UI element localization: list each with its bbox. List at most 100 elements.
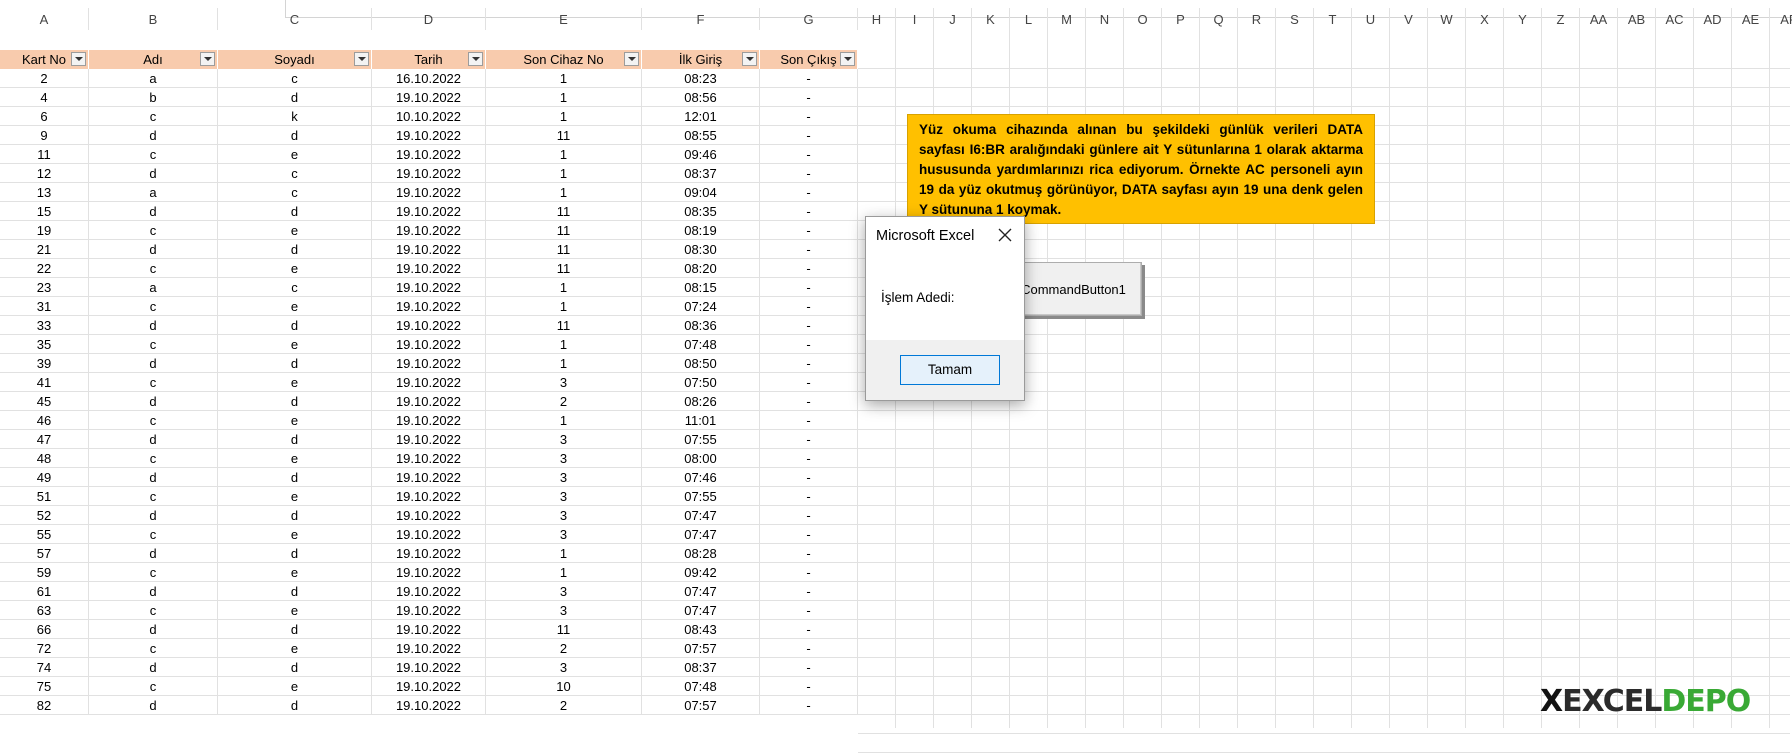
- table-cell[interactable]: d: [89, 240, 218, 259]
- table-cell[interactable]: -: [760, 107, 858, 126]
- table-cell[interactable]: 3: [486, 468, 642, 487]
- table-cell[interactable]: c: [218, 278, 372, 297]
- table-cell[interactable]: 08:15: [642, 278, 760, 297]
- table-cell[interactable]: a: [89, 278, 218, 297]
- table-cell[interactable]: 46: [0, 411, 89, 430]
- table-cell[interactable]: d: [89, 164, 218, 183]
- table-cell[interactable]: 1: [486, 164, 642, 183]
- table-cell[interactable]: d: [89, 202, 218, 221]
- table-cell[interactable]: e: [218, 677, 372, 696]
- column-header-g[interactable]: G: [760, 8, 858, 30]
- table-cell[interactable]: 08:43: [642, 620, 760, 639]
- table-cell[interactable]: 15: [0, 202, 89, 221]
- table-cell[interactable]: c: [89, 677, 218, 696]
- column-header-ae[interactable]: AE: [1732, 8, 1770, 30]
- table-cell[interactable]: 11: [0, 145, 89, 164]
- table-cell[interactable]: 19.10.2022: [372, 563, 486, 582]
- table-cell[interactable]: 1: [486, 544, 642, 563]
- table-cell[interactable]: -: [760, 373, 858, 392]
- header-cell[interactable]: İlk Giriş: [642, 50, 760, 69]
- table-cell[interactable]: c: [218, 69, 372, 88]
- table-cell[interactable]: 3: [486, 487, 642, 506]
- table-cell[interactable]: 07:47: [642, 506, 760, 525]
- table-cell[interactable]: e: [218, 563, 372, 582]
- table-cell[interactable]: -: [760, 430, 858, 449]
- header-cell[interactable]: Tarih: [372, 50, 486, 69]
- header-cell[interactable]: Adı: [89, 50, 218, 69]
- table-cell[interactable]: 08:20: [642, 259, 760, 278]
- table-cell[interactable]: -: [760, 278, 858, 297]
- table-cell[interactable]: 1: [486, 183, 642, 202]
- filter-dropdown-icon[interactable]: [71, 52, 86, 66]
- table-cell[interactable]: 10.10.2022: [372, 107, 486, 126]
- table-cell[interactable]: d: [218, 468, 372, 487]
- table-cell[interactable]: -: [760, 259, 858, 278]
- table-cell[interactable]: 1: [486, 145, 642, 164]
- column-header-ab[interactable]: AB: [1618, 8, 1656, 30]
- table-cell[interactable]: 19.10.2022: [372, 145, 486, 164]
- table-cell[interactable]: -: [760, 316, 858, 335]
- table-cell[interactable]: 47: [0, 430, 89, 449]
- ok-button[interactable]: Tamam: [900, 355, 1000, 385]
- table-cell[interactable]: c: [89, 449, 218, 468]
- table-cell[interactable]: 33: [0, 316, 89, 335]
- table-cell[interactable]: 19.10.2022: [372, 544, 486, 563]
- table-cell[interactable]: e: [218, 449, 372, 468]
- table-cell[interactable]: 11: [486, 259, 642, 278]
- table-cell[interactable]: 19: [0, 221, 89, 240]
- column-header-q[interactable]: Q: [1200, 8, 1238, 30]
- table-cell[interactable]: e: [218, 601, 372, 620]
- table-cell[interactable]: d: [89, 582, 218, 601]
- table-cell[interactable]: 19.10.2022: [372, 582, 486, 601]
- table-cell[interactable]: 08:55: [642, 126, 760, 145]
- table-cell[interactable]: 61: [0, 582, 89, 601]
- table-cell[interactable]: 3: [486, 601, 642, 620]
- table-cell[interactable]: 12:01: [642, 107, 760, 126]
- table-cell[interactable]: c: [218, 164, 372, 183]
- column-header-j[interactable]: J: [934, 8, 972, 30]
- column-header-m[interactable]: M: [1048, 8, 1086, 30]
- table-cell[interactable]: d: [89, 468, 218, 487]
- table-cell[interactable]: 1: [486, 69, 642, 88]
- table-cell[interactable]: 59: [0, 563, 89, 582]
- table-cell[interactable]: 1: [486, 107, 642, 126]
- table-cell[interactable]: 19.10.2022: [372, 658, 486, 677]
- table-cell[interactable]: 4: [0, 88, 89, 107]
- table-cell[interactable]: 19.10.2022: [372, 430, 486, 449]
- table-cell[interactable]: -: [760, 126, 858, 145]
- table-cell[interactable]: 1: [486, 335, 642, 354]
- table-cell[interactable]: 55: [0, 525, 89, 544]
- table-cell[interactable]: -: [760, 411, 858, 430]
- table-cell[interactable]: 3: [486, 373, 642, 392]
- table-cell[interactable]: 19.10.2022: [372, 506, 486, 525]
- table-cell[interactable]: -: [760, 354, 858, 373]
- table-cell[interactable]: 08:00: [642, 449, 760, 468]
- column-header-r[interactable]: R: [1238, 8, 1276, 30]
- table-cell[interactable]: d: [218, 696, 372, 715]
- column-header-af[interactable]: AF: [1770, 8, 1792, 30]
- table-cell[interactable]: 19.10.2022: [372, 202, 486, 221]
- table-cell[interactable]: 08:19: [642, 221, 760, 240]
- table-cell[interactable]: -: [760, 183, 858, 202]
- table-cell[interactable]: d: [89, 126, 218, 145]
- table-cell[interactable]: -: [760, 297, 858, 316]
- table-cell[interactable]: 3: [486, 506, 642, 525]
- table-cell[interactable]: 2: [486, 696, 642, 715]
- header-cell[interactable]: Son Cihaz No: [486, 50, 642, 69]
- table-cell[interactable]: e: [218, 297, 372, 316]
- table-cell[interactable]: 2: [486, 639, 642, 658]
- table-cell[interactable]: -: [760, 202, 858, 221]
- table-cell[interactable]: -: [760, 449, 858, 468]
- table-cell[interactable]: d: [218, 126, 372, 145]
- table-cell[interactable]: 11: [486, 620, 642, 639]
- table-cell[interactable]: -: [760, 335, 858, 354]
- table-cell[interactable]: d: [218, 392, 372, 411]
- table-cell[interactable]: 07:55: [642, 430, 760, 449]
- table-cell[interactable]: e: [218, 221, 372, 240]
- table-cell[interactable]: 08:26: [642, 392, 760, 411]
- column-header-a[interactable]: A: [0, 8, 89, 30]
- table-cell[interactable]: 19.10.2022: [372, 240, 486, 259]
- table-cell[interactable]: 19.10.2022: [372, 601, 486, 620]
- column-header-s[interactable]: S: [1276, 8, 1314, 30]
- close-icon[interactable]: [996, 226, 1014, 244]
